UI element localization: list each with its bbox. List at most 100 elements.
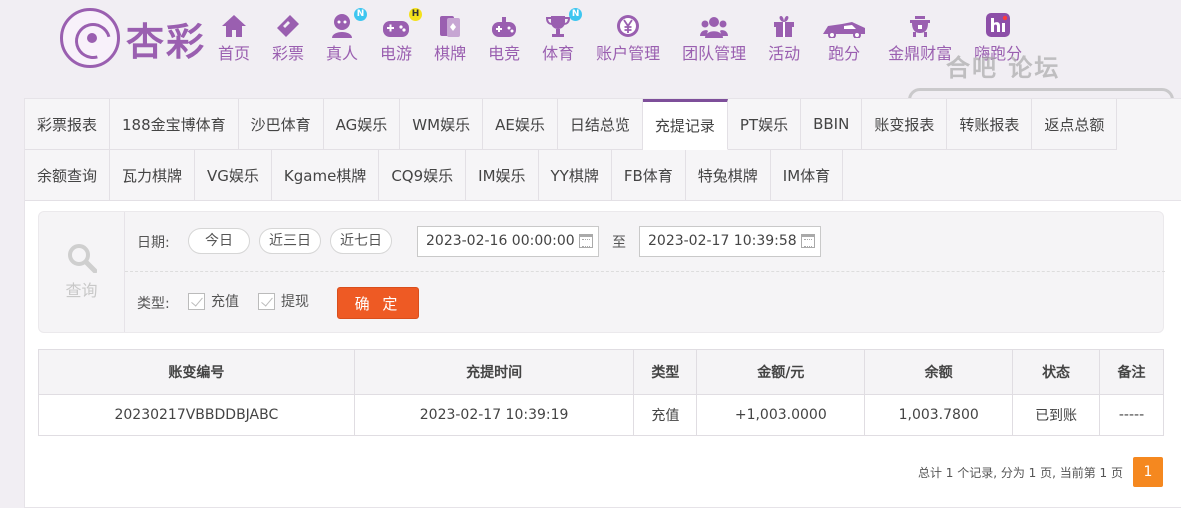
type-filter-row: 类型: 充值 提现 确 定 [125, 272, 1165, 332]
end-date-value: 2023-02-17 10:39:58 [648, 233, 797, 249]
tab-im-sports[interactable]: IM体育 [770, 150, 844, 201]
report-panel: 彩票报表 188金宝博体育 沙巴体育 AG娱乐 WM娱乐 AE娱乐 日结总览 充… [24, 98, 1181, 508]
checkbox-icon [258, 292, 275, 310]
col-transaction-id: 账变编号 [38, 349, 355, 395]
new-badge: N [354, 8, 368, 21]
end-date-input[interactable]: 2023-02-17 10:39:58 [639, 226, 821, 257]
tab-deposit-withdraw-records[interactable]: 充提记录 [642, 99, 728, 150]
start-date-input[interactable]: 2023-02-16 00:00:00 [417, 226, 599, 257]
tab-kgame-chess[interactable]: Kgame棋牌 [271, 150, 380, 201]
tab-saba-sports[interactable]: 沙巴体育 [238, 99, 324, 150]
nav-item-esports[interactable]: 电竞 [488, 12, 520, 64]
tab-vg-entertainment[interactable]: VG娱乐 [195, 150, 272, 201]
tab-lottery-report[interactable]: 彩票报表 [25, 99, 111, 150]
tab-wali-chess[interactable]: 瓦力棋牌 [110, 150, 196, 201]
date-label: 日期: [137, 235, 170, 251]
nav-item-sports[interactable]: N 体育 [542, 8, 583, 64]
cell-amount: +1,003.0000 [696, 394, 866, 436]
tab-im-entertainment[interactable]: IM娱乐 [466, 150, 539, 201]
controller-icon [492, 17, 517, 37]
checkbox-icon [188, 292, 205, 310]
range-today-button[interactable]: 今日 [188, 228, 250, 254]
col-balance: 余额 [864, 349, 1014, 395]
nav-item-chess[interactable]: 棋牌 [434, 12, 466, 64]
pagination: 总计 1 个记录, 分为 1 页, 当前第 1 页 1 [918, 457, 1163, 487]
nav-item-account[interactable]: 账户管理 [596, 12, 660, 64]
pagination-summary: 总计 1 个记录, 分为 1 页, 当前第 1 页 [917, 465, 1123, 480]
nav-item-lottery[interactable]: 彩票 [272, 12, 304, 64]
col-amount: 金额/元 [696, 349, 866, 395]
tab-wm-entertainment[interactable]: WM娱乐 [400, 99, 484, 150]
new-badge: N [569, 8, 583, 21]
nav-item-race[interactable]: 跑分 [822, 12, 866, 64]
report-tabs-row-2: 余额查询 瓦力棋牌 VG娱乐 Kgame棋牌 CQ9娱乐 IM娱乐 YY棋牌 F… [25, 150, 844, 201]
cell-time: 2023-02-17 10:39:19 [353, 394, 635, 436]
calendar-icon[interactable] [801, 234, 815, 248]
type-withdraw-checkbox[interactable]: 提现 [258, 291, 309, 311]
tab-fb-sports[interactable]: FB体育 [611, 150, 686, 201]
logo-emblem-icon [60, 8, 120, 68]
col-type: 类型 [633, 349, 698, 395]
cell-remark: ----- [1099, 394, 1164, 436]
confirm-button[interactable]: 确 定 [337, 287, 419, 319]
nav-item-slots[interactable]: H 电游 [380, 8, 423, 64]
tab-balance-query[interactable]: 余额查询 [25, 150, 111, 201]
brand-logo[interactable]: 杏彩 [60, 8, 206, 68]
home-icon [222, 15, 246, 37]
tab-ae-entertainment[interactable]: AE娱乐 [483, 99, 558, 150]
cell-type: 充值 [633, 394, 698, 436]
cell-balance: 1,003.7800 [864, 394, 1014, 436]
gamepad-icon [383, 21, 410, 37]
nav-item-activity[interactable]: 活动 [768, 12, 800, 64]
logo-text: 杏彩 [126, 18, 207, 64]
nav-item-live[interactable]: N 真人 [326, 8, 368, 64]
tab-transfer-report[interactable]: 转账报表 [947, 99, 1033, 150]
trophy-icon [546, 16, 571, 37]
cell-status: 已到账 [1012, 394, 1101, 436]
cards-icon [440, 16, 461, 37]
tab-cq9-entertainment[interactable]: CQ9娱乐 [379, 150, 467, 201]
tab-pt-entertainment[interactable]: PT娱乐 [727, 99, 802, 150]
range-7-days-button[interactable]: 近七日 [330, 228, 392, 254]
col-status: 状态 [1012, 349, 1101, 395]
tab-daily-overview[interactable]: 日结总览 [557, 99, 643, 150]
ticket-icon [277, 15, 300, 37]
col-time: 充提时间 [353, 349, 635, 395]
nav-item-home[interactable]: 首页 [218, 12, 250, 64]
nav-item-hi-race[interactable]: 嗨跑分 [974, 12, 1022, 64]
tab-account-change-report[interactable]: 账变报表 [862, 99, 948, 150]
tab-yy-chess[interactable]: YY棋牌 [538, 150, 612, 201]
yen-coin-icon [617, 15, 640, 37]
tab-ag-entertainment[interactable]: AG娱乐 [323, 99, 401, 150]
type-deposit-checkbox[interactable]: 充值 [188, 291, 239, 311]
range-3-days-button[interactable]: 近三日 [259, 228, 321, 254]
query-box: 查询 日期: 今日 近三日 近七日 2023-02-16 00:00:00 至 … [38, 211, 1165, 333]
tab-188bet-sports[interactable]: 188金宝博体育 [110, 99, 239, 150]
hi-icon [986, 13, 1011, 37]
main-nav: 首页 彩票 N 真人 H 电游 棋牌 电竞 N 体育 账户管理 团队管理 活动 … [218, 8, 1044, 64]
tab-tetu-chess[interactable]: 特兔棋牌 [685, 150, 771, 201]
page-1-button[interactable]: 1 [1133, 457, 1163, 487]
hot-badge: H [409, 8, 423, 21]
team-icon [700, 17, 729, 38]
tab-bbin[interactable]: BBIN [801, 99, 863, 150]
date-filter-row: 日期: 今日 近三日 近七日 2023-02-16 00:00:00 至 202… [125, 212, 1165, 272]
calendar-icon[interactable] [579, 234, 593, 248]
nav-item-team[interactable]: 团队管理 [682, 12, 746, 64]
nav-item-wealth[interactable]: 金鼎财富 [888, 12, 952, 64]
table-row: 20230217VBBDDBJABC 2023-02-17 10:39:19 充… [38, 394, 1164, 436]
race-car-icon [823, 22, 866, 38]
col-remark: 备注 [1099, 349, 1164, 395]
top-header: 杏彩 首页 彩票 N 真人 H 电游 棋牌 电竞 N 体育 账户管理 团队管理 … [0, 0, 1181, 80]
dealer-icon [332, 14, 353, 38]
type-label: 类型: [137, 296, 170, 312]
table-header-row: 账变编号 充提时间 类型 金额/元 余额 状态 备注 [38, 349, 1164, 395]
to-label: 至 [612, 235, 626, 251]
tab-rebate-total[interactable]: 返点总额 [1032, 99, 1118, 150]
cauldron-icon [910, 16, 931, 37]
query-side-label: 查询 [65, 281, 98, 300]
records-table: 账变编号 充提时间 类型 金额/元 余额 状态 备注 20230217VBBDD… [38, 349, 1164, 436]
start-date-value: 2023-02-16 00:00:00 [426, 233, 575, 249]
query-side: 查询 [39, 212, 125, 332]
cell-transaction-id: 20230217VBBDDBJABC [38, 394, 355, 436]
